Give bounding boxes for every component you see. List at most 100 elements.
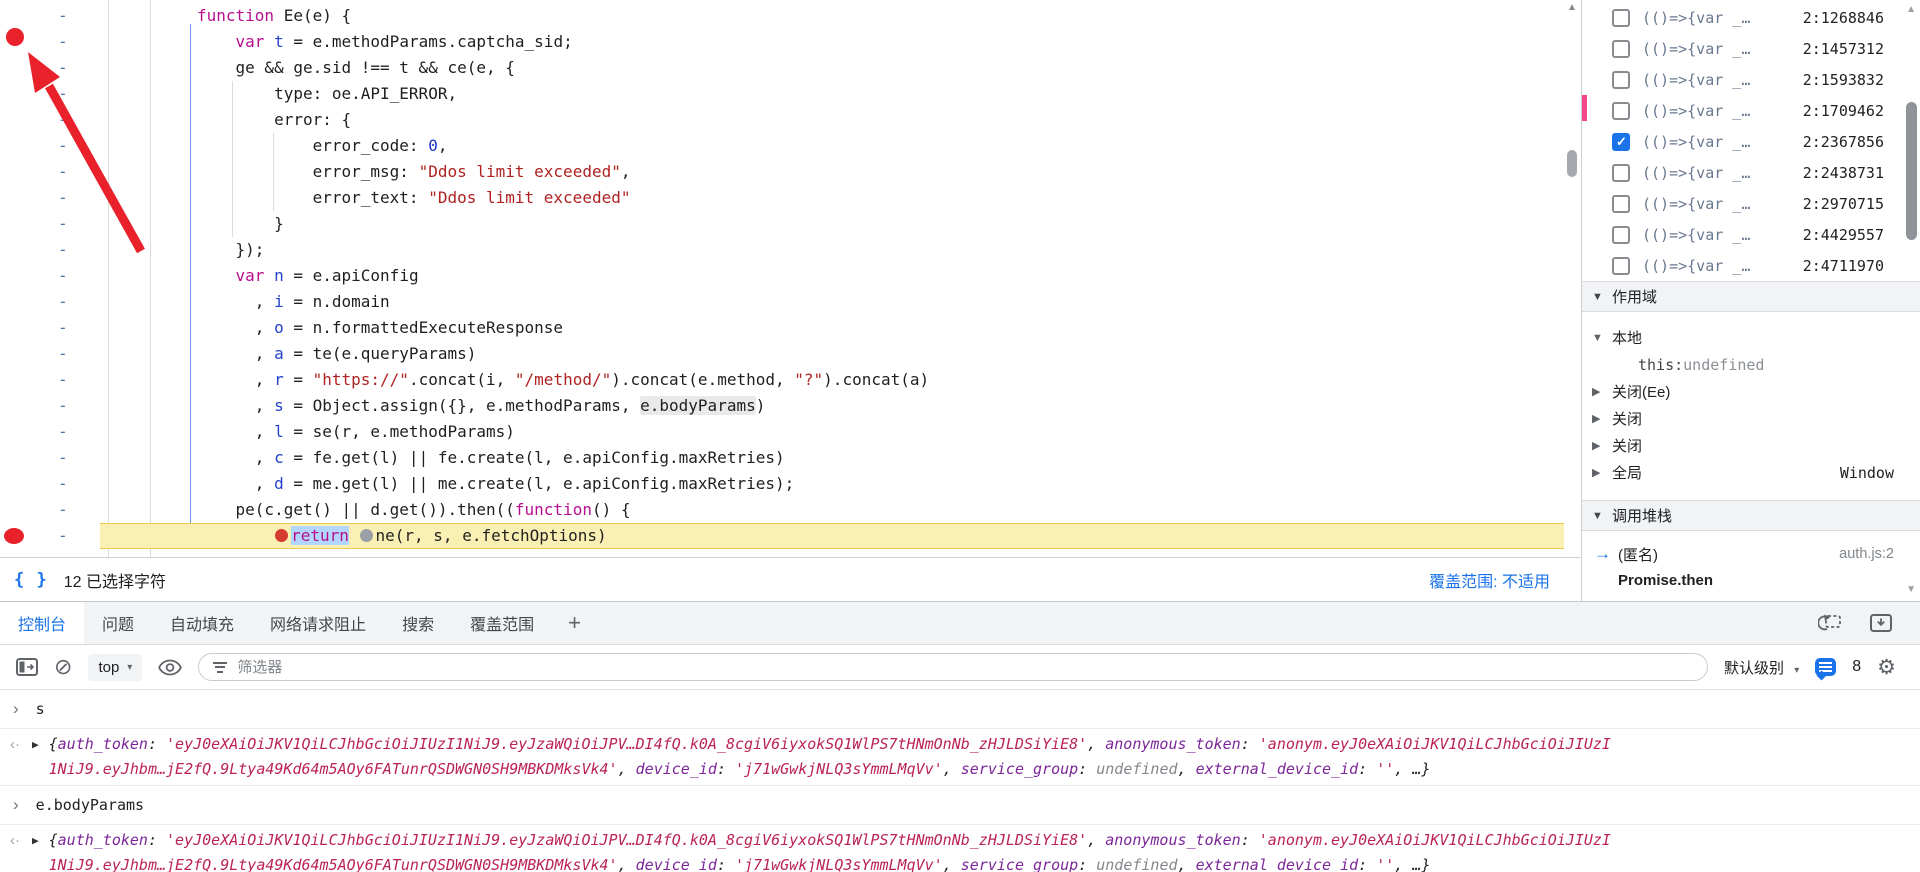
chevron-right-icon[interactable]: ▶ xyxy=(1592,439,1612,452)
code-line[interactable]: - , s = Object.assign({}, e.methodParams… xyxy=(0,393,1580,419)
code-line[interactable]: - }); xyxy=(0,237,1580,263)
code-line[interactable]: - , c = fe.get(l) || fe.create(l, e.apiC… xyxy=(0,445,1580,471)
rotate-dashed-icon[interactable] xyxy=(1818,613,1842,633)
code-line[interactable]: - type: oe.API_ERROR, xyxy=(0,81,1580,107)
line-gutter-dash[interactable]: - xyxy=(0,81,95,107)
console-filter[interactable] xyxy=(198,653,1709,681)
breakpoint-checkbox[interactable] xyxy=(1612,8,1630,27)
clear-console-button[interactable]: ⊘ xyxy=(54,656,72,678)
drawer-tab-5[interactable]: 覆盖范围 xyxy=(452,602,552,644)
code-line[interactable]: - function Ee(e) { xyxy=(0,3,1580,29)
expand-triangle-icon[interactable]: ▶ xyxy=(32,828,39,853)
code-line[interactable]: - , d = me.get(l) || me.create(l, e.apiC… xyxy=(0,471,1580,497)
pretty-print-button[interactable]: { } xyxy=(14,570,48,590)
code-text[interactable]: error_text: "Ddos limit exceeded" xyxy=(95,185,631,211)
code-text[interactable]: return ne(r, s, e.fetchOptions) xyxy=(95,523,607,549)
execution-line[interactable]: - return ne(r, s, e.fetchOptions) xyxy=(0,523,1580,549)
code-text[interactable]: , s = Object.assign({}, e.methodParams, … xyxy=(95,393,765,419)
line-gutter-dash[interactable]: - xyxy=(0,497,95,523)
object-preview[interactable]: {auth_token: 'eyJ0eXAiOiJKV1QiLCJhbGciOi… xyxy=(49,732,1611,782)
breakpoint-entry[interactable]: (()=>{var _… 2:2367856 xyxy=(1582,126,1920,157)
chevron-right-icon[interactable]: ▶ xyxy=(1592,466,1612,479)
line-gutter-dash[interactable]: - xyxy=(0,211,95,237)
line-gutter-dash[interactable]: - xyxy=(0,315,95,341)
line-gutter-dash[interactable]: - xyxy=(0,3,95,29)
breakpoint-checkbox[interactable] xyxy=(1612,132,1630,151)
code-line[interactable]: - error_text: "Ddos limit exceeded" xyxy=(0,185,1580,211)
breakpoint-checkbox[interactable] xyxy=(1612,225,1630,244)
code-line[interactable]: - , r = "https://".concat(i, "/method/")… xyxy=(0,367,1580,393)
scope-node-row[interactable]: ▶ 关闭 xyxy=(1582,405,1920,432)
code-text[interactable]: , r = "https://".concat(i, "/method/").c… xyxy=(95,367,929,393)
code-text[interactable]: , l = se(r, e.methodParams) xyxy=(95,419,515,445)
breakpoint-checkbox[interactable] xyxy=(1612,163,1630,182)
chevron-down-icon[interactable]: ▼ xyxy=(1592,332,1612,344)
line-gutter-dash[interactable]: - xyxy=(0,263,95,289)
breakpoint-checkbox[interactable] xyxy=(1612,101,1630,120)
code-text[interactable]: ge && ge.sid !== t && ce(e, { xyxy=(95,55,515,81)
code-text[interactable]: }); xyxy=(95,237,265,263)
breakpoint-entry[interactable]: (()=>{var _… 2:1709462 xyxy=(1582,95,1920,126)
add-tab-button[interactable]: + xyxy=(552,602,597,644)
code-line[interactable]: - error: { xyxy=(0,107,1580,133)
code-line[interactable]: - } xyxy=(0,211,1580,237)
code-text[interactable]: , a = te(e.queryParams) xyxy=(95,341,477,367)
message-bubble-icon[interactable] xyxy=(1815,658,1837,676)
settings-gear-icon[interactable]: ⚙ xyxy=(1877,655,1896,680)
line-gutter-dash[interactable]: - xyxy=(0,445,95,471)
code-editor[interactable]: - function Ee(e) {- var t = e.methodParam… xyxy=(0,0,1580,557)
code-line[interactable]: - pe(c.get() || d.get()).then((function(… xyxy=(0,497,1580,523)
coverage-status-link[interactable]: 覆盖范围: 不适用 xyxy=(1429,568,1550,592)
code-line[interactable]: - , l = se(r, e.methodParams) xyxy=(0,419,1580,445)
code-text[interactable]: var t = e.methodParams.captcha_sid; xyxy=(95,29,573,55)
chevron-right-icon[interactable]: ▶ xyxy=(1592,385,1612,398)
scope-section-header[interactable]: ▼ 作用域 xyxy=(1582,281,1920,312)
line-gutter-dash[interactable]: - xyxy=(0,289,95,315)
line-gutter-dash[interactable]: - xyxy=(0,393,95,419)
breakpoint-entry[interactable]: (()=>{var _… 2:2438731 xyxy=(1582,157,1920,188)
breakpoint-entry[interactable]: (()=>{var _… 2:2970715 xyxy=(1582,188,1920,219)
line-gutter-dash[interactable]: - xyxy=(0,133,95,159)
code-text[interactable]: error: { xyxy=(95,107,351,133)
code-line[interactable]: - , i = n.domain xyxy=(0,289,1580,315)
breakpoint-entry[interactable]: (()=>{var _… 2:1593832 xyxy=(1582,64,1920,95)
breakpoint-checkbox[interactable] xyxy=(1612,256,1630,275)
code-line[interactable]: - ge && ge.sid !== t && ce(e, { xyxy=(0,55,1580,81)
scrollbar-thumb[interactable] xyxy=(1567,150,1577,177)
code-line[interactable]: - var n = e.apiConfig xyxy=(0,263,1580,289)
breakpoint-entry[interactable]: (()=>{var _… 2:4711970 xyxy=(1582,250,1920,281)
line-gutter-dash[interactable]: - xyxy=(0,419,95,445)
dock-bottom-icon[interactable] xyxy=(1870,614,1892,632)
line-gutter-dash[interactable]: - xyxy=(0,237,95,263)
drawer-tab-3[interactable]: 网络请求阻止 xyxy=(252,602,384,644)
code-text[interactable]: pe(c.get() || d.get()).then((function() … xyxy=(95,497,631,523)
eye-icon[interactable] xyxy=(158,659,183,676)
object-preview[interactable]: {auth_token: 'eyJ0eXAiOiJKV1QiLCJhbGciOi… xyxy=(49,828,1611,872)
breakpoint-checkbox[interactable] xyxy=(1612,70,1630,89)
drawer-tab-4[interactable]: 搜索 xyxy=(384,602,452,644)
code-text[interactable]: , o = n.formattedExecuteResponse xyxy=(95,315,563,341)
line-gutter-dash[interactable]: - xyxy=(0,107,95,133)
code-line[interactable]: - var t = e.methodParams.captcha_sid; xyxy=(0,29,1580,55)
code-text[interactable]: } xyxy=(95,211,284,237)
line-gutter-dash[interactable]: - xyxy=(0,341,95,367)
code-text[interactable]: , d = me.get(l) || me.create(l, e.apiCon… xyxy=(95,471,794,497)
inline-breakpoint-red-icon[interactable] xyxy=(275,529,289,542)
scrollbar-thumb[interactable] xyxy=(1906,102,1917,240)
expand-triangle-icon[interactable]: ▶ xyxy=(32,732,39,757)
line-gutter-dash[interactable]: - xyxy=(0,159,95,185)
code-line[interactable]: - error_msg: "Ddos limit exceeded", xyxy=(0,159,1580,185)
line-gutter-dash[interactable]: - xyxy=(0,471,95,497)
inline-breakpoint-gray-icon[interactable] xyxy=(359,529,373,542)
code-text[interactable]: error_code: 0, xyxy=(95,133,448,159)
code-line[interactable]: - , a = te(e.queryParams) xyxy=(0,341,1580,367)
breakpoint-entry[interactable]: (()=>{var _… 2:1268846 xyxy=(1582,2,1920,33)
scope-variable-row[interactable]: this: undefined xyxy=(1582,351,1920,378)
log-level-selector[interactable]: 默认级别 ▾ xyxy=(1724,657,1799,678)
console-input-text[interactable]: s xyxy=(36,697,45,721)
editor-scrollbar[interactable]: ▲ xyxy=(1564,0,1580,557)
drawer-tab-0[interactable]: 控制台 xyxy=(0,602,85,644)
breakpoint-entry[interactable]: (()=>{var _… 2:1457312 xyxy=(1582,33,1920,64)
scope-node-row[interactable]: ▶ 关闭 xyxy=(1582,432,1920,459)
chevron-right-icon[interactable]: ▶ xyxy=(1592,412,1612,425)
